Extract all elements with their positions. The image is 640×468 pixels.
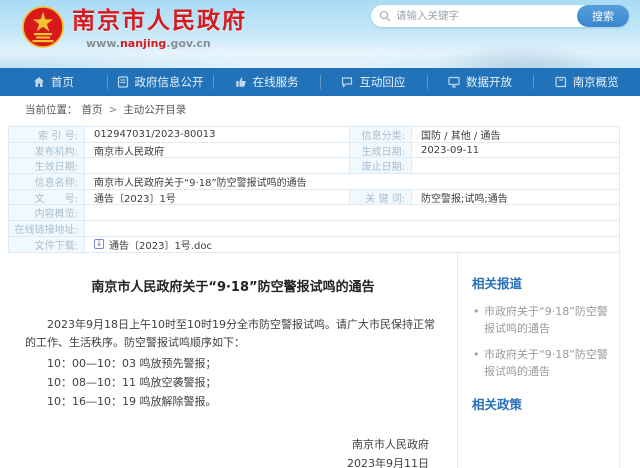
search-icon [379, 10, 391, 22]
doc-download-link[interactable]: ↓ 通告〔2023〕1号.doc [94, 237, 212, 252]
search-input[interactable] [396, 10, 577, 22]
related-news-item[interactable]: 市政府关于“9·18”防空警报试鸣的通告 [472, 346, 611, 380]
meta-value-doc-number: 通告〔2023〕1号 [85, 190, 350, 206]
signature-issuer: 南京市人民政府 [25, 435, 429, 454]
meta-label-info-name: 信息名称: [9, 174, 85, 190]
search-bar: 搜索 [371, 5, 629, 27]
meta-cell-file-download: ↓ 通告〔2023〕1号.doc [85, 237, 620, 253]
search-button[interactable]: 搜索 [577, 5, 629, 27]
meta-label-file-download: 文件下载: [9, 237, 85, 253]
book-icon [555, 76, 567, 88]
meta-value-info-name: 南京市人民政府关于“9·18”防空警报试鸣的通告 [85, 174, 620, 190]
doc-download-filename: 通告〔2023〕1号.doc [109, 237, 212, 252]
nav-item-online-service[interactable]: 在线服务 [213, 68, 320, 96]
monitor-icon [448, 76, 460, 88]
site-title: 南京市人民政府 [72, 8, 247, 34]
site-url: www.nanjing.gov.cn [72, 37, 247, 50]
site-banner: 南京市人民政府 www.nanjing.gov.cn 搜索 [0, 0, 640, 68]
schedule-line: 10：08—10：11 鸣放空袭警报； [25, 373, 441, 392]
meta-label-online-link: 在线链接地址: [9, 221, 85, 237]
document-meta-table: 索 引 号: 012947031/2023-80013 信息分类: 国防 / 其… [8, 126, 620, 253]
home-icon [33, 76, 45, 88]
meta-label-index-no: 索 引 号: [9, 127, 85, 143]
meta-value-issuer: 南京市人民政府 [85, 143, 350, 159]
breadcrumb: 当前位置： 首页 > 主动公开目录 [0, 96, 640, 123]
related-news-item[interactable]: 市政府关于“9·18”防空警报试鸣的通告 [472, 303, 611, 337]
meta-label-created-date: 生成日期: [350, 143, 412, 159]
chat-icon [341, 76, 353, 88]
meta-value-category: 国防 / 其他 / 通告 [412, 127, 620, 143]
signature-block: 南京市人民政府 2023年9月11日 [25, 435, 441, 468]
nav-item-info-disclosure[interactable]: 政府信息公开 [107, 68, 214, 96]
article-title: 南京市人民政府关于“9·18”防空警报试鸣的通告 [25, 276, 441, 295]
breadcrumb-current: 主动公开目录 [123, 102, 186, 117]
meta-label-keywords: 关 键 词: [350, 190, 412, 206]
article-paragraph: 2023年9月18日上午10时至10时19分全市防空警报试鸣。请广大市民保持正常… [25, 316, 441, 352]
article: 南京市人民政府关于“9·18”防空警报试鸣的通告 2023年9月18日上午10时… [8, 253, 457, 468]
content-area: 南京市人民政府关于“9·18”防空警报试鸣的通告 2023年9月18日上午10时… [8, 253, 620, 468]
related-news-heading: 相关报道 [472, 273, 611, 292]
meta-label-category: 信息分类: [350, 127, 412, 143]
breadcrumb-home-link[interactable]: 首页 [82, 102, 103, 117]
nav-item-overview[interactable]: 南京概览 [533, 68, 640, 96]
download-icon: ↓ [94, 239, 104, 249]
meta-value-keywords: 防空警报;试鸣;通告 [412, 190, 620, 206]
meta-label-issuer: 发布机构: [9, 143, 85, 159]
meta-value-summary [85, 205, 620, 221]
national-emblem-icon [22, 4, 64, 50]
nav-item-interaction[interactable]: 互动回应 [320, 68, 427, 96]
related-sidebar: 相关报道 市政府关于“9·18”防空警报试鸣的通告 市政府关于“9·18”防空警… [457, 253, 619, 468]
meta-label-doc-number: 文 号: [9, 190, 85, 206]
schedule-line: 10：00—10：03 鸣放预先警报； [25, 354, 441, 373]
meta-label-effective-date: 生效日期: [9, 158, 85, 174]
info-disclosure-icon [117, 76, 129, 88]
main-nav: 首页 政府信息公开 在线服务 互动回应 数据开放 南京概览 [0, 68, 640, 96]
siren-schedule: 10：00—10：03 鸣放预先警报； 10：08—10：11 鸣放空袭警报； … [25, 354, 441, 411]
signature-date: 2023年9月11日 [25, 454, 429, 468]
related-news-list: 市政府关于“9·18”防空警报试鸣的通告 市政府关于“9·18”防空警报试鸣的通… [472, 303, 611, 380]
meta-value-online-link [85, 221, 620, 237]
thumbs-up-icon [235, 76, 247, 88]
meta-label-summary: 内容概览: [9, 205, 85, 221]
meta-value-index-no: 012947031/2023-80013 [85, 127, 350, 143]
related-policy-heading: 相关政策 [472, 394, 611, 413]
meta-value-repeal-date [412, 158, 620, 174]
breadcrumb-separator: > [109, 104, 118, 116]
nav-item-home[interactable]: 首页 [0, 68, 107, 96]
site-brand: 南京市人民政府 www.nanjing.gov.cn [22, 4, 247, 50]
nav-item-data-open[interactable]: 数据开放 [427, 68, 534, 96]
meta-label-repeal-date: 废止日期: [350, 158, 412, 174]
schedule-line: 10：16—10：19 鸣放解除警报。 [25, 392, 441, 411]
meta-value-created-date: 2023-09-11 [412, 143, 620, 159]
breadcrumb-prefix: 当前位置： [25, 102, 78, 117]
meta-value-effective-date [85, 158, 350, 174]
